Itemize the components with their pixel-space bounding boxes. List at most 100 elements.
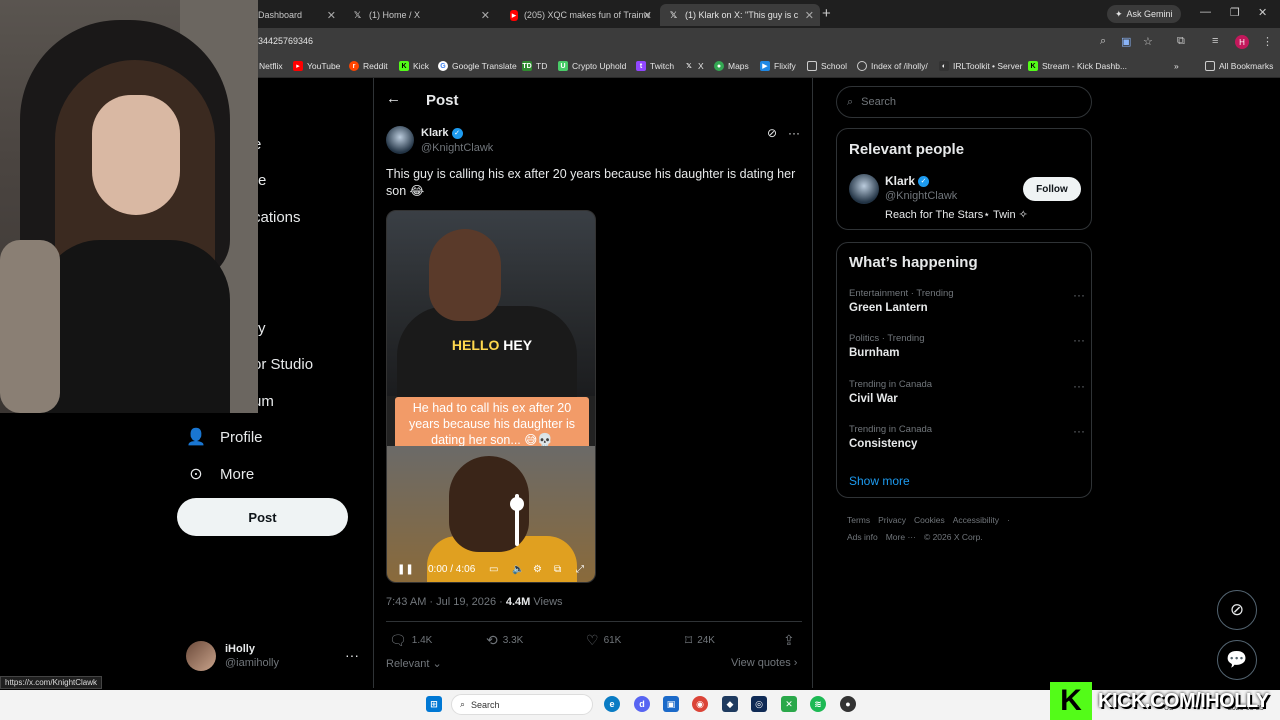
bookmark-index[interactable]: Index of /iholly/ xyxy=(857,61,928,71)
trend-item[interactable]: Trending in Canada Consistency ··· xyxy=(849,424,1085,450)
more-icon[interactable]: ··· xyxy=(1073,379,1085,393)
bookmark-youtube[interactable]: ▸ YouTube xyxy=(293,61,340,71)
search-input[interactable]: ⌕ Search xyxy=(836,86,1092,118)
share-button[interactable]: ⇪ xyxy=(783,632,795,649)
tab-kick-dashboard[interactable]: Dashboard ✕ xyxy=(250,4,342,26)
new-tab-button[interactable]: + xyxy=(822,5,831,22)
bookmarks-overflow-icon[interactable]: » xyxy=(1174,61,1179,71)
repost-button[interactable]: ⟲ 3.3K xyxy=(486,632,523,649)
menu-icon[interactable]: ⋮ xyxy=(1262,35,1273,48)
account-more-icon[interactable]: ··· xyxy=(345,647,359,663)
grok-fab-button[interactable]: ⊘ xyxy=(1217,590,1257,630)
pip-icon[interactable]: ⧉ xyxy=(554,564,561,575)
follow-button[interactable]: Follow xyxy=(1023,177,1081,201)
grok-icon[interactable]: ⊘ xyxy=(767,126,777,140)
bookmark-irltoolkit[interactable]: ◐ IRLToolkit • Server xyxy=(939,61,1022,71)
video-player[interactable]: HELLO HEY He had to call his ex after 20… xyxy=(386,210,596,583)
footer-link-ads-info[interactable]: Ads info xyxy=(847,532,878,542)
account-switcher[interactable]: iHolly @iamiholly xyxy=(186,641,279,671)
app-green-icon[interactable]: ✕ xyxy=(781,696,797,712)
extensions-icon[interactable]: ⧉ xyxy=(1177,35,1185,48)
tab-youtube[interactable]: ▸ (205) XQC makes fun of Trainw ✕ xyxy=(502,4,658,26)
taskbar-search[interactable]: ⌕ Search xyxy=(451,694,593,715)
zoom-icon[interactable]: ⌕ xyxy=(1100,35,1106,48)
view-quotes-link[interactable]: View quotes › xyxy=(731,657,797,669)
close-icon[interactable]: ✕ xyxy=(643,9,652,22)
nav-item-more[interactable]: ⊙ More xyxy=(186,464,254,484)
all-bookmarks[interactable]: All Bookmarks xyxy=(1205,61,1273,71)
footer-link-terms[interactable]: Terms xyxy=(847,515,870,525)
person-handle[interactable]: @KnightClawk xyxy=(885,190,957,202)
avatar[interactable] xyxy=(849,174,879,204)
chrome-icon[interactable]: ◉ xyxy=(692,696,708,712)
spotify-icon[interactable]: ≋ xyxy=(810,696,826,712)
author-name[interactable]: Klark ✓ xyxy=(421,127,463,139)
bookmark-twitch[interactable]: t Twitch xyxy=(636,61,674,71)
footer-link-more[interactable]: More ··· xyxy=(886,532,916,542)
nav-item-creator-studio[interactable]: or Studio xyxy=(253,356,313,373)
kick-icon: K xyxy=(1028,61,1038,71)
bookmark-reddit[interactable]: r Reddit xyxy=(349,61,388,71)
close-window-icon[interactable]: ✕ xyxy=(1258,6,1267,19)
bookmark-x[interactable]: 𝕏X xyxy=(684,61,704,71)
more-icon[interactable]: ··· xyxy=(1073,424,1085,438)
author-avatar[interactable] xyxy=(386,126,414,154)
more-icon[interactable]: ··· xyxy=(1073,288,1085,302)
like-button[interactable]: ♡ 61K xyxy=(586,632,621,649)
bookmark-kick-dashboard[interactable]: K Stream - Kick Dashb... xyxy=(1028,61,1127,71)
restore-icon[interactable]: ❐ xyxy=(1230,6,1240,19)
trend-item[interactable]: Trending in Canada Civil War ··· xyxy=(849,379,1085,405)
trend-item[interactable]: Entertainment · Trending Green Lantern ·… xyxy=(849,288,1085,314)
ask-gemini-button[interactable]: ✦ Ask Gemini xyxy=(1107,5,1181,23)
app-icon[interactable]: ◆ xyxy=(722,696,738,712)
bookmark-school[interactable]: School xyxy=(807,61,847,71)
post-timestamp[interactable]: 7:43 AM · Jul 19, 2026 · xyxy=(386,596,506,608)
trend-item[interactable]: Politics · Trending Burnham ··· xyxy=(849,333,1085,359)
bookmark-flixify[interactable]: ▶ Flixify xyxy=(760,61,796,71)
settings-icon[interactable]: ⚙ xyxy=(533,564,542,575)
pause-icon[interactable]: ❚❚ xyxy=(397,564,414,575)
back-arrow-icon[interactable]: ← xyxy=(386,90,401,107)
bookmark-crypto-uphold[interactable]: U Crypto Uphold xyxy=(558,61,626,71)
footer-link-accessibility[interactable]: Accessibility xyxy=(953,515,999,525)
footer-link-cookies[interactable]: Cookies xyxy=(914,515,945,525)
post-more-icon[interactable]: ··· xyxy=(788,126,800,140)
app-icon[interactable]: ● xyxy=(840,696,856,712)
bookmark-maps[interactable]: ● Maps xyxy=(714,61,749,71)
show-more-link[interactable]: Show more xyxy=(849,474,910,488)
star-icon[interactable]: ☆ xyxy=(1143,35,1153,48)
tab-klark-post[interactable]: 𝕏 (1) Klark on X: "This guy is c ✕ xyxy=(660,4,820,26)
close-icon[interactable]: ✕ xyxy=(327,9,336,22)
profile-avatar[interactable]: H xyxy=(1235,35,1249,49)
footer-link-privacy[interactable]: Privacy xyxy=(878,515,906,525)
author-handle[interactable]: @KnightClawk xyxy=(421,142,493,154)
reply-button[interactable]: 🗨 1.4K xyxy=(389,632,432,649)
nav-item-notifications[interactable]: cations xyxy=(253,209,301,226)
nav-item-profile[interactable]: 👤 Profile xyxy=(186,427,263,447)
minimize-icon[interactable]: — xyxy=(1200,6,1211,18)
person-name[interactable]: Klark ✓ xyxy=(885,174,930,188)
captions-icon[interactable]: ▭ xyxy=(489,564,498,575)
media-icon[interactable]: ≡ xyxy=(1212,35,1218,47)
windows-start-icon[interactable]: ⊞ xyxy=(426,696,442,712)
messages-fab-button[interactable]: 💬 xyxy=(1217,640,1257,680)
bookmark-google-translate[interactable]: G Google Translate xyxy=(438,61,517,71)
store-icon[interactable]: ▣ xyxy=(663,696,679,712)
bookmark-button[interactable]: ⌑ 24K xyxy=(685,632,715,649)
fullscreen-icon[interactable]: ⤢ xyxy=(576,564,584,575)
url-text[interactable]: 34425769346 xyxy=(258,36,313,46)
reply-sort-dropdown[interactable]: Relevant ⌄ xyxy=(386,657,442,670)
install-icon[interactable]: ▣ xyxy=(1121,35,1131,48)
bookmark-kick[interactable]: K Kick xyxy=(399,61,429,71)
close-icon[interactable]: ✕ xyxy=(481,9,490,22)
bookmark-netflix[interactable]: Netflix xyxy=(259,61,283,71)
volume-icon[interactable]: 🔈 xyxy=(512,564,524,575)
post-button[interactable]: Post xyxy=(177,498,348,536)
more-icon[interactable]: ··· xyxy=(1073,333,1085,347)
close-icon[interactable]: ✕ xyxy=(805,9,814,22)
obs-icon[interactable]: ◎ xyxy=(751,696,767,712)
edge-icon[interactable]: e xyxy=(604,696,620,712)
tab-x-home[interactable]: 𝕏 (1) Home / X ✕ xyxy=(344,4,496,26)
bookmark-td[interactable]: TD TD xyxy=(522,61,547,71)
discord-icon[interactable]: d xyxy=(634,696,650,712)
